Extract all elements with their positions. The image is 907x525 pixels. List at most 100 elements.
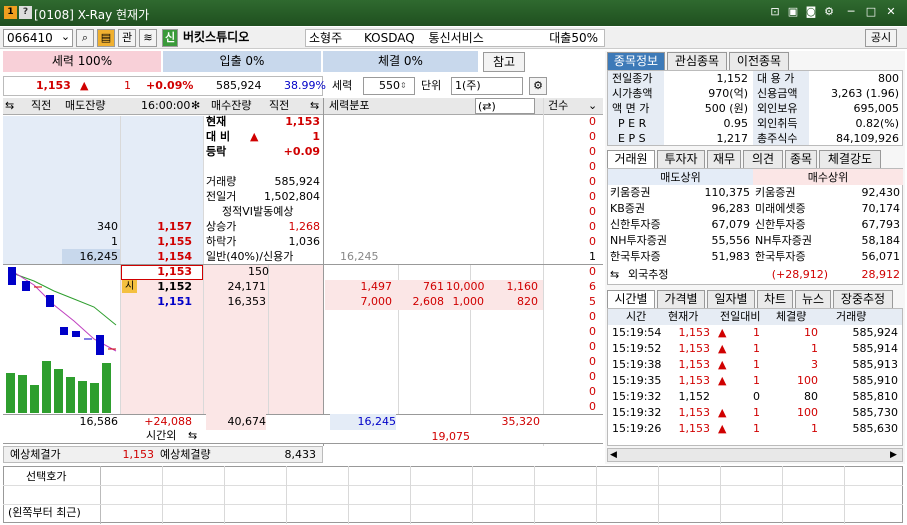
bid-price[interactable]: 1,152 (130, 279, 192, 295)
broker-qty: 67,079 (711, 218, 751, 231)
dist-total-2: 35,320 (501, 415, 541, 428)
ask-price[interactable]: 1,155 (130, 234, 192, 250)
bid-qty[interactable]: 150 (248, 264, 269, 280)
col-price: 현재가 (668, 310, 699, 323)
tab-by-date[interactable]: 일자별 (707, 290, 755, 308)
help-icon[interactable]: ? (19, 6, 32, 19)
swap-icon[interactable]: ⇆ (5, 98, 14, 114)
horizontal-scrollbar[interactable]: ◀ ▶ (607, 448, 903, 462)
foreign-estimate-label: 외국추정 (628, 268, 669, 281)
seryuk-input[interactable]: 550 (363, 77, 415, 95)
gear-icon[interactable]: ⚙ (529, 77, 547, 95)
maximize-icon[interactable]: □ (864, 5, 878, 19)
broker-name[interactable]: KB증권 (610, 201, 645, 217)
up-arrow-icon: ▲ (80, 79, 89, 92)
rate-value: +0.09 (283, 145, 320, 158)
ask-qty[interactable]: 1 (62, 234, 118, 250)
tab-watchlist[interactable]: 관심종목 (667, 52, 727, 70)
count: 0 (589, 190, 596, 203)
col-time: 시간 (626, 310, 647, 323)
chevron-down-icon[interactable]: ⌄ (58, 29, 73, 47)
dist-select[interactable]: (⇄) (475, 98, 535, 114)
ask-qty[interactable]: 340 (62, 219, 118, 235)
broker-name[interactable]: 키움증권 (755, 185, 795, 201)
info-value: 1,152 (716, 72, 749, 85)
chevron-down-icon-2[interactable]: ⌄ (588, 98, 597, 114)
window-title: [0108] X-Ray 현재가 (34, 8, 150, 22)
ask-price[interactable]: 1,157 (130, 219, 192, 235)
info-label: 시가총액 (612, 87, 653, 100)
broker-qty: 70,174 (861, 202, 901, 215)
folder-icon[interactable]: ▤ (97, 29, 115, 47)
notice-button[interactable]: 공시 (865, 29, 897, 47)
tab-broker[interactable]: 거래원 (607, 150, 655, 168)
pin-icon[interactable]: ⊡ (768, 5, 782, 19)
swap-icon-3[interactable]: ⇆ (188, 428, 197, 444)
tick-a: ▲ (718, 326, 727, 339)
broker-qty: 92,430 (861, 186, 901, 199)
selected-quote-grid: 선택호가 (왼쪽부터 최근) (3, 466, 903, 523)
broker-name[interactable]: 신한투자증 (610, 217, 661, 233)
broker-qty: 67,793 (861, 218, 901, 231)
swap-icon-2[interactable]: ⇆ (310, 98, 319, 114)
broker-name[interactable]: 미래에셋증 (755, 201, 806, 217)
volume-bar (66, 377, 75, 413)
tab-investor[interactable]: 투자자 (657, 150, 705, 168)
tab-prev-stock[interactable]: 이전종목 (729, 52, 789, 70)
tab-stock[interactable]: 종목 (785, 150, 817, 168)
broker-name[interactable]: 키움증권 (610, 185, 650, 201)
search-icon[interactable]: ⌕ (76, 29, 94, 47)
broker-name[interactable]: NH투자증권 (755, 233, 812, 249)
reference-button[interactable]: 참고 (483, 52, 525, 72)
candle (60, 327, 68, 335)
tab-stock-info[interactable]: 종목정보 (607, 52, 665, 70)
tab-news[interactable]: 뉴스 (795, 290, 831, 308)
tab-opinion[interactable]: 의견 (743, 150, 783, 168)
capture-icon[interactable]: ◙ (804, 5, 818, 19)
tab-finance[interactable]: 재무 (707, 150, 741, 168)
count: 0 (589, 205, 596, 218)
tab-by-price[interactable]: 가격별 (657, 290, 705, 308)
stack-icon[interactable]: ≋ (139, 29, 157, 47)
info-label: P E R (618, 117, 647, 130)
dist-count: 5 (589, 295, 596, 308)
tick-p: 1,153 (678, 374, 711, 387)
current-ask-price[interactable]: 1,153 (130, 264, 192, 280)
tab-chart[interactable]: 차트 (757, 290, 793, 308)
unit-select[interactable]: 1(주) (451, 77, 523, 95)
col-prev-ask: 직전 (31, 99, 52, 112)
info-label: 총주식수 (757, 132, 798, 145)
volume: 585,924 (216, 79, 262, 92)
scroll-right-icon[interactable]: ▶ (890, 447, 897, 463)
swap-icon-4[interactable]: ⇆ (610, 267, 619, 283)
tab-by-time[interactable]: 시간별 (607, 290, 655, 308)
tick-row: 15:19:52 1,153 ▲ 1 1 585,914 (608, 341, 902, 357)
broker-name[interactable]: 한국투자증 (755, 249, 806, 265)
ask-price[interactable]: 1,154 (130, 249, 192, 265)
vol-value: 585,924 (274, 175, 321, 188)
ask-qty[interactable]: 16,245 (62, 249, 119, 265)
cur-label: 현재 (206, 115, 227, 128)
loan-rate: 대출50% (549, 31, 598, 45)
tab-strength[interactable]: 체결강도 (819, 150, 881, 168)
after-hours-label: 시간외 (146, 429, 177, 442)
broker-name[interactable]: NH투자증권 (610, 233, 667, 249)
settings-icon[interactable]: ⚙ (822, 5, 836, 19)
bid-price[interactable]: 1,151 (130, 294, 192, 310)
sector: 통신서비스 (428, 31, 484, 45)
close-icon[interactable]: ✕ (884, 5, 898, 19)
minimize-icon[interactable]: ─ (844, 5, 858, 19)
volume-bar (18, 375, 27, 413)
save-icon[interactable]: ▣ (786, 5, 800, 19)
tab-intraday[interactable]: 장중추정 (833, 290, 893, 308)
broker-name[interactable]: 한국투자증 (610, 249, 661, 265)
broker-name[interactable]: 신한투자증 (755, 217, 806, 233)
tick-q: 10 (804, 326, 818, 339)
kwan-button[interactable]: 관 (118, 29, 136, 47)
bid-qty[interactable]: 16,353 (206, 294, 267, 310)
broker-qty: 55,556 (711, 234, 751, 247)
spin-icon[interactable]: ⇕ (400, 78, 407, 94)
scroll-left-icon[interactable]: ◀ (610, 447, 617, 463)
tick-row: 15:19:35 1,153 ▲ 1 100 585,910 (608, 373, 902, 389)
bid-qty[interactable]: 24,171 (206, 279, 267, 295)
